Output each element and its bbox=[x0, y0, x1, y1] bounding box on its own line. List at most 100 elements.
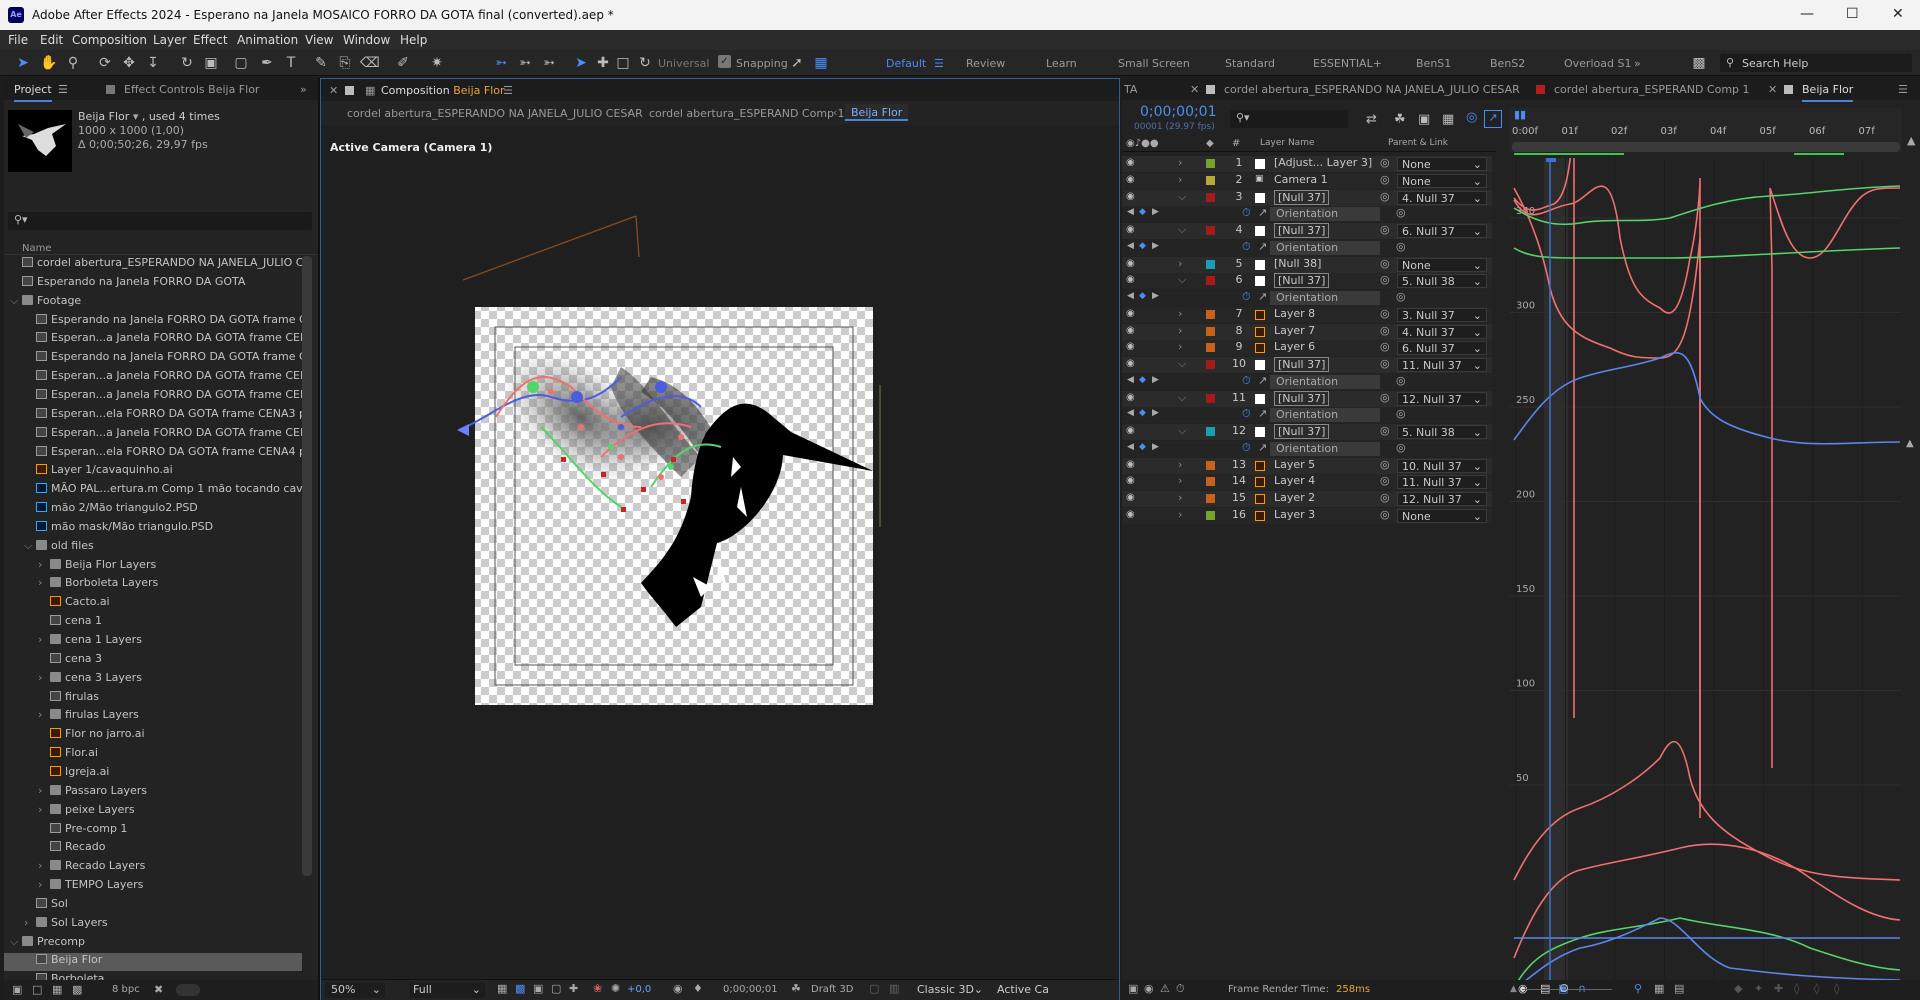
parent-select[interactable]: None ⌄ bbox=[1397, 173, 1487, 188]
orientation-property-row[interactable]: ◀ ◆ ▶ ⏱ ↗ Orientation ◎ bbox=[1122, 239, 1492, 256]
graph-curve[interactable] bbox=[1513, 247, 1901, 259]
chevron-right-icon[interactable]: › bbox=[1178, 340, 1182, 353]
layer-name[interactable]: [Null 37] bbox=[1274, 189, 1330, 205]
stopwatch-icon[interactable]: ⏱ bbox=[1242, 441, 1251, 455]
workspace-standard[interactable]: Standard bbox=[1225, 57, 1275, 70]
next-keyframe-icon[interactable]: ▶ bbox=[1152, 442, 1159, 452]
ease-out-icon[interactable]: ◊ bbox=[1834, 982, 1839, 995]
chevron-right-icon[interactable]: › bbox=[38, 878, 50, 891]
zoom-out-icon[interactable]: ▲ bbox=[1510, 984, 1517, 994]
project-item[interactable]: Pre-comp 1 bbox=[4, 822, 302, 840]
graph-icon[interactable]: ↗ bbox=[1258, 407, 1267, 420]
frame-blending-icon[interactable]: ▦ bbox=[1442, 112, 1454, 127]
dolly-tool-icon[interactable]: ↧ bbox=[144, 54, 162, 72]
prev-keyframe-icon[interactable]: ◀ bbox=[1127, 291, 1134, 301]
label-color-swatch[interactable] bbox=[1206, 326, 1215, 336]
layer-row[interactable]: ◉ ⌵ 11 [Null 37] ◎ 12. Null 37 ⌄ bbox=[1122, 390, 1492, 407]
chevron-right-icon[interactable]: › bbox=[38, 576, 50, 589]
eraser-tool-icon[interactable]: ⌫ bbox=[360, 54, 380, 72]
parent-select[interactable]: 6. Null 37 ⌄ bbox=[1397, 224, 1487, 238]
project-item[interactable]: Recado bbox=[4, 840, 302, 858]
layer-row[interactable]: ◉ ⌵ 4 [Null 37] ◎ 6. Null 37 ⌄ bbox=[1122, 223, 1492, 239]
parent-pickwhip-icon[interactable]: ◎ bbox=[1380, 357, 1390, 370]
tab-project[interactable]: Project bbox=[14, 83, 52, 102]
parent-pickwhip-icon[interactable]: ◎ bbox=[1380, 424, 1390, 437]
project-item[interactable]: › Beija Flor Layers bbox=[4, 558, 302, 576]
close-tab-icon[interactable]: ✕ bbox=[1190, 83, 1199, 96]
layer-name[interactable]: Layer 4 bbox=[1274, 474, 1315, 487]
exposure-reset-icon[interactable]: ✺ bbox=[611, 982, 620, 995]
tab-composition[interactable]: Composition Beija Flor bbox=[381, 84, 505, 103]
preview-dropdown-icon[interactable]: ▾ bbox=[133, 110, 139, 123]
channel-icon[interactable]: ❀ bbox=[593, 982, 602, 995]
draft-3d-icon[interactable]: ☘ bbox=[791, 982, 801, 995]
brush-tool-icon[interactable]: ✎ bbox=[312, 54, 330, 72]
chevron-right-icon[interactable]: › bbox=[1178, 173, 1182, 186]
toggle-in-out-icon[interactable]: ⚠ bbox=[1160, 982, 1170, 995]
chevron-right-icon[interactable]: › bbox=[38, 671, 50, 684]
breadcrumb-item-2[interactable]: cordel abertura_ESPERAND Comp 1 bbox=[649, 107, 845, 120]
project-item[interactable]: Flor.ai bbox=[4, 746, 302, 764]
layer-row[interactable]: ◉ › 2 ▣ Camera 1 ◎ None ⌄ bbox=[1122, 172, 1492, 189]
draft-3d-label[interactable]: Draft 3D bbox=[811, 984, 853, 995]
workspace-essential[interactable]: ESSENTIAL+ bbox=[1313, 57, 1382, 70]
layer-row[interactable]: ◉ › 8 Layer 7 ◎ 4. Null 37 ⌄ bbox=[1122, 323, 1492, 340]
orientation-property-row[interactable]: ◀ ◆ ▶ ⏱ ↗ Orientation ◎ bbox=[1122, 290, 1492, 306]
visibility-eye-icon[interactable]: ◉ bbox=[1126, 492, 1135, 503]
camera-select[interactable]: Active Ca bbox=[997, 983, 1053, 996]
chevron-down-icon[interactable]: ⌵ bbox=[10, 935, 22, 949]
hand-tool-icon[interactable]: ✋ bbox=[40, 54, 58, 72]
visibility-eye-icon[interactable]: ◉ bbox=[1126, 509, 1135, 520]
parent-pickwhip-icon[interactable]: ◎ bbox=[1380, 324, 1390, 337]
project-item[interactable]: › firulas Layers bbox=[4, 708, 302, 726]
label-color-swatch[interactable] bbox=[1206, 343, 1215, 353]
project-item[interactable]: Sol bbox=[4, 897, 302, 915]
next-keyframe-icon[interactable]: ▶ bbox=[1152, 408, 1159, 418]
layer-row[interactable]: ◉ › 16 Layer 3 ◎ None ⌄ bbox=[1122, 507, 1492, 524]
menu-animation[interactable]: Animation bbox=[237, 33, 298, 47]
project-item[interactable]: › TEMPO Layers bbox=[4, 878, 302, 896]
expression-pickwhip-icon[interactable]: ◎ bbox=[1396, 374, 1406, 387]
keyframe-properties-icon[interactable]: ▤ bbox=[1674, 982, 1684, 995]
chevron-down-icon[interactable]: ⌵ bbox=[1178, 424, 1186, 438]
chevron-right-icon[interactable]: › bbox=[1178, 324, 1182, 337]
workspace-bens1[interactable]: BenS1 bbox=[1416, 57, 1451, 70]
menu-help[interactable]: Help bbox=[400, 33, 427, 47]
visibility-eye-icon[interactable]: ◉ bbox=[1126, 258, 1135, 269]
project-item[interactable]: › cena 3 Layers bbox=[4, 671, 302, 689]
label-color-swatch[interactable] bbox=[1206, 510, 1215, 520]
visibility-eye-icon[interactable]: ◉ bbox=[1126, 224, 1135, 235]
bpc-label[interactable]: 8 bpc bbox=[112, 984, 140, 995]
chevron-down-icon[interactable]: ⌵ bbox=[1178, 223, 1186, 237]
panel-overflow-icon[interactable]: » bbox=[300, 83, 307, 96]
menu-edit[interactable]: Edit bbox=[40, 33, 63, 47]
rotation-tool-icon[interactable]: ↻ bbox=[178, 54, 196, 72]
graph-icon[interactable]: ↗ bbox=[1258, 240, 1267, 253]
panel-menu-icon[interactable]: ☰ bbox=[58, 83, 68, 96]
parent-select[interactable]: 11. Null 37 ⌄ bbox=[1397, 358, 1487, 372]
snap-mode-icon[interactable]: ▦ bbox=[812, 54, 830, 72]
parent-pickwhip-icon[interactable]: ◎ bbox=[1380, 223, 1390, 236]
ground-plane-icon[interactable]: ▥ bbox=[889, 982, 899, 995]
workspace-menu-icon[interactable]: ☰ bbox=[934, 57, 944, 70]
layer-row[interactable]: ◉ › 14 Layer 4 ◎ 11. Null 37 ⌄ bbox=[1122, 474, 1492, 491]
timeline-menu-icon[interactable]: ☰ bbox=[1898, 83, 1908, 96]
chevron-right-icon[interactable]: › bbox=[38, 784, 50, 797]
label-color-swatch[interactable] bbox=[1206, 276, 1215, 286]
menu-effect[interactable]: Effect bbox=[193, 33, 228, 47]
chevron-down-icon[interactable]: ⌵ bbox=[1178, 273, 1186, 287]
time-indicator-head[interactable] bbox=[1546, 158, 1556, 162]
orientation-property-row[interactable]: ◀ ◆ ▶ ⏱ ↗ Orientation ◎ bbox=[1122, 440, 1492, 457]
region-icon[interactable]: ✚ bbox=[569, 982, 578, 995]
label-color-swatch[interactable] bbox=[1206, 226, 1215, 235]
menu-window[interactable]: Window bbox=[343, 33, 390, 47]
layer-row[interactable]: ◉ › 9 Layer 6 ◎ 6. Null 37 ⌄ bbox=[1122, 340, 1492, 357]
chevron-right-icon[interactable]: › bbox=[1178, 307, 1182, 320]
workspace-learn[interactable]: Learn bbox=[1046, 57, 1077, 70]
zoom-tool-icon[interactable]: ⚲ bbox=[64, 54, 82, 72]
visibility-eye-icon[interactable]: ◉ bbox=[1126, 157, 1135, 168]
layer-row[interactable]: ◉ ⌵ 12 [Null 37] ◎ 5. Null 38 ⌄ bbox=[1122, 424, 1492, 440]
parent-pickwhip-icon[interactable]: ◎ bbox=[1380, 474, 1390, 487]
snapping-checkbox[interactable]: ✓ bbox=[718, 55, 731, 68]
orientation-property-row[interactable]: ◀ ◆ ▶ ⏱ ↗ Orientation ◎ bbox=[1122, 373, 1492, 390]
